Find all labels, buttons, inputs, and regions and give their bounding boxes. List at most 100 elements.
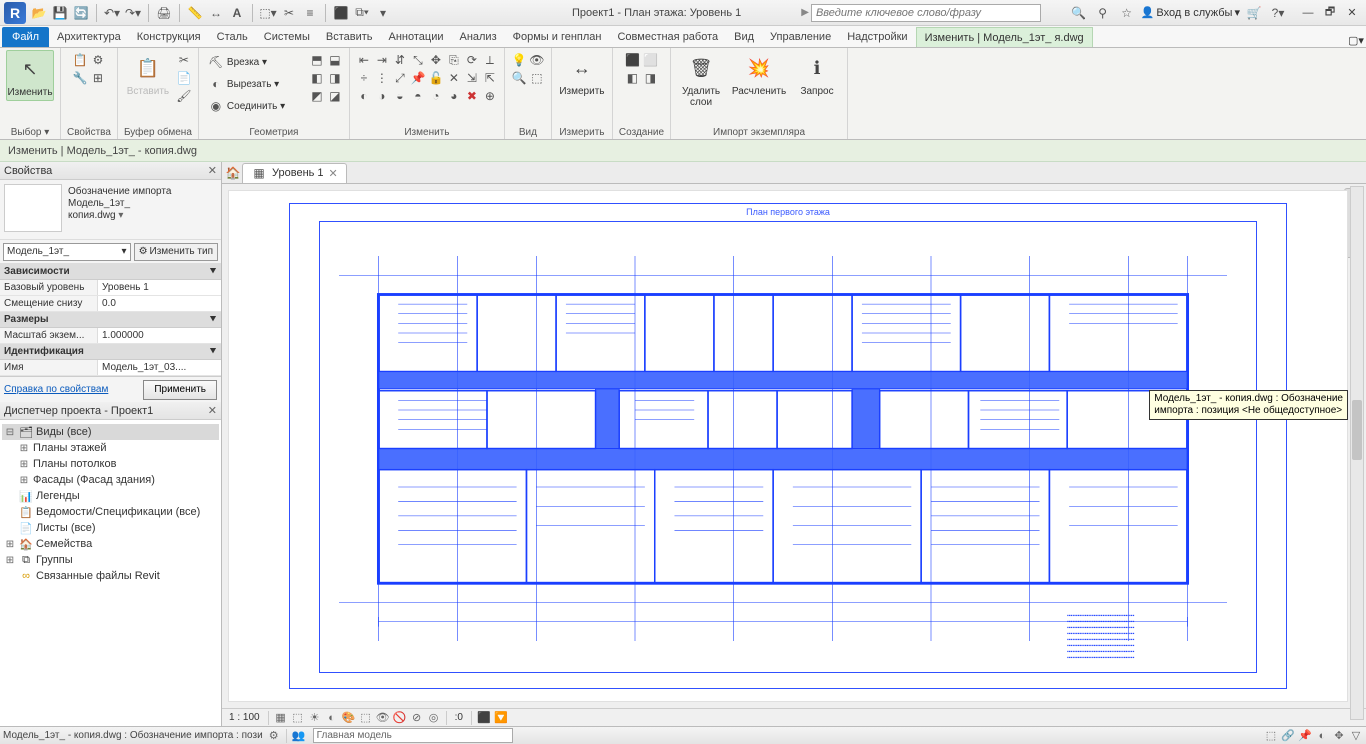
visual-style-icon[interactable]: ⬚ <box>291 711 305 725</box>
join-button[interactable]: ◉Соединить ▾ <box>205 96 305 116</box>
cat-dimensions[interactable]: Размеры⯆ <box>0 312 221 328</box>
tab-analyze[interactable]: Анализ <box>451 27 504 47</box>
open-icon[interactable]: 📂 <box>30 4 48 22</box>
cope-button[interactable]: ⛏Врезка ▾ <box>205 52 305 72</box>
geom-icon-4[interactable]: ◨ <box>327 70 343 86</box>
close-hidden-icon[interactable]: ⬛ <box>332 4 350 22</box>
type-prop2-icon[interactable]: ⚙ <box>90 52 106 68</box>
delete-icon[interactable]: ✕ <box>446 70 462 86</box>
help-icon[interactable]: ?▾ <box>1268 4 1288 22</box>
ext2-icon[interactable]: ⇱ <box>482 70 498 86</box>
offset-icon[interactable]: ⇥ <box>374 52 390 68</box>
doc-tab-close-icon[interactable]: ✕ <box>329 167 338 180</box>
prop-name[interactable]: ИмяМодель_1эт_03.... <box>0 360 221 376</box>
tab-systems[interactable]: Системы <box>256 27 318 47</box>
tab-massing[interactable]: Формы и генплан <box>505 27 610 47</box>
view-icon-2[interactable]: 👁 <box>529 52 545 68</box>
status-icon-2[interactable]: 👥 <box>292 729 306 743</box>
tree-ceiling-plans[interactable]: ⊞Планы потолков <box>2 456 219 472</box>
scrollbar-thumb[interactable] <box>1352 400 1362 460</box>
tree-views[interactable]: ⊟🗂Виды (все) <box>2 424 219 440</box>
project-browser-close-icon[interactable]: ✕ <box>208 404 217 417</box>
tree-revit-links[interactable]: ∞Связанные файлы Revit <box>2 568 219 584</box>
modify-select-button[interactable]: ↖ Изменить <box>6 50 54 101</box>
mod-icon-b[interactable]: ◑ <box>374 88 390 104</box>
geom-icon-2[interactable]: ⬓ <box>327 52 343 68</box>
mod-icon-d[interactable]: ◓ <box>410 88 426 104</box>
favorite-icon[interactable]: ☆ <box>1117 4 1137 22</box>
tab-structure[interactable]: Конструкция <box>129 27 209 47</box>
properties-help-link[interactable]: Справка по свойствам <box>4 384 108 395</box>
tab-architecture[interactable]: Архитектура <box>49 27 129 47</box>
view-icon-4[interactable]: ⬚ <box>529 70 545 86</box>
create-icon-4[interactable]: ◨ <box>642 70 658 86</box>
ribbon-collapse-icon[interactable]: ▢▾ <box>1346 34 1366 47</box>
cut-geom-button[interactable]: ◐Вырезать ▾ <box>205 74 305 94</box>
cat-identity[interactable]: Идентификация⯆ <box>0 344 221 360</box>
tab-steel[interactable]: Сталь <box>209 27 256 47</box>
array-icon[interactable]: ⋮ <box>374 70 390 86</box>
search-icon[interactable]: 🔍 <box>1069 4 1089 22</box>
3d-icon[interactable]: ⬚▾ <box>259 4 277 22</box>
view-icon-1[interactable]: 💡 <box>511 52 527 68</box>
cat-constraints[interactable]: Зависимости⯆ <box>0 264 221 280</box>
prop-icon[interactable]: 🔧 <box>72 70 88 86</box>
detail-level-icon[interactable]: ▦ <box>274 711 288 725</box>
tree-groups[interactable]: ⊞⧉Группы <box>2 552 219 568</box>
status-select-icon[interactable]: ⬚ <box>1264 729 1278 743</box>
tab-collab[interactable]: Совместная работа <box>609 27 726 47</box>
explode-button[interactable]: 💥 Расчленить <box>735 50 783 99</box>
filter-icon[interactable]: ⊞ <box>90 70 106 86</box>
rendering-icon[interactable]: 🎨 <box>342 711 356 725</box>
apply-button[interactable]: Применить <box>143 380 217 400</box>
exchange-icon[interactable]: 🛒 <box>1244 4 1264 22</box>
keynote-icon[interactable]: ⚲ <box>1093 4 1113 22</box>
login-link[interactable]: 👤 Вход в службы ▾ <box>1141 6 1240 19</box>
status-icon-1[interactable]: ⚙ <box>267 729 281 743</box>
tab-manage[interactable]: Управление <box>762 27 839 47</box>
move-icon[interactable]: ✥ <box>428 52 444 68</box>
scale-selector[interactable]: 1 : 100 <box>226 710 263 726</box>
home-tab-icon[interactable]: 🏠 <box>224 164 242 182</box>
split-icon[interactable]: ÷ <box>356 70 372 86</box>
trim-icon[interactable]: ⟂ <box>482 52 498 68</box>
copy-small-icon[interactable]: 📄 <box>176 70 192 86</box>
qat-dropdown-icon[interactable]: ▾ <box>374 4 392 22</box>
geom-icon-3[interactable]: ◧ <box>309 70 325 86</box>
status-face-icon[interactable]: ◐ <box>1315 729 1329 743</box>
tree-sheets[interactable]: 📄Листы (все) <box>2 520 219 536</box>
save-icon[interactable]: 💾 <box>51 4 69 22</box>
type-selector[interactable]: Модель_1эт_▾ <box>3 243 131 261</box>
tree-legends[interactable]: 📊Легенды <box>2 488 219 504</box>
mod-icon-f[interactable]: ◕ <box>446 88 462 104</box>
mod-icon-e[interactable]: ◔ <box>428 88 444 104</box>
dimension-icon[interactable]: ↔ <box>207 4 225 22</box>
mirror-icon[interactable]: ⇵ <box>392 52 408 68</box>
thin-lines-icon[interactable]: ≡ <box>301 4 319 22</box>
print-icon[interactable]: 🖨 <box>155 4 173 22</box>
rotate-icon[interactable]: ⟳ <box>464 52 480 68</box>
tab-modify-active[interactable]: Изменить | Модель_1эт_ я.dwg <box>916 27 1093 47</box>
filter-bar-icon[interactable]: 🔽 <box>494 711 508 725</box>
mirror2-icon[interactable]: ⤡ <box>410 52 426 68</box>
status-filter2-icon[interactable]: ▽ <box>1349 729 1363 743</box>
query-button[interactable]: ℹ Запрос <box>793 50 841 99</box>
ext-icon[interactable]: ⇲ <box>464 70 480 86</box>
crop-icon[interactable]: ⬚ <box>359 711 373 725</box>
worksharing-icon[interactable]: ⬛ <box>477 711 491 725</box>
copy2-icon[interactable]: ⎘ <box>446 52 462 68</box>
scale-icon[interactable]: ⤢ <box>392 70 408 86</box>
measure-button[interactable]: ↔ Измерить <box>558 50 606 99</box>
align-icon[interactable]: ⇤ <box>356 52 372 68</box>
pin-icon[interactable]: 📌 <box>410 70 426 86</box>
switch-win-icon[interactable]: ⧉▾ <box>353 4 371 22</box>
type-prop-icon[interactable]: 📋 <box>72 52 88 68</box>
tree-schedules[interactable]: 📋Ведомости/Спецификации (все) <box>2 504 219 520</box>
restore-button[interactable]: 🗗 <box>1320 5 1340 21</box>
doc-tab-level1[interactable]: ▦ Уровень 1 ✕ <box>242 163 347 183</box>
drawing-canvas[interactable]: План первого этажа <box>228 190 1348 702</box>
mod-icon-h[interactable]: ⊕ <box>482 88 498 104</box>
delete-layers-button[interactable]: 🗑 Удалитьслои <box>677 50 725 110</box>
temp-hide-icon[interactable]: ⊘ <box>410 711 424 725</box>
file-tab[interactable]: Файл <box>2 27 49 47</box>
